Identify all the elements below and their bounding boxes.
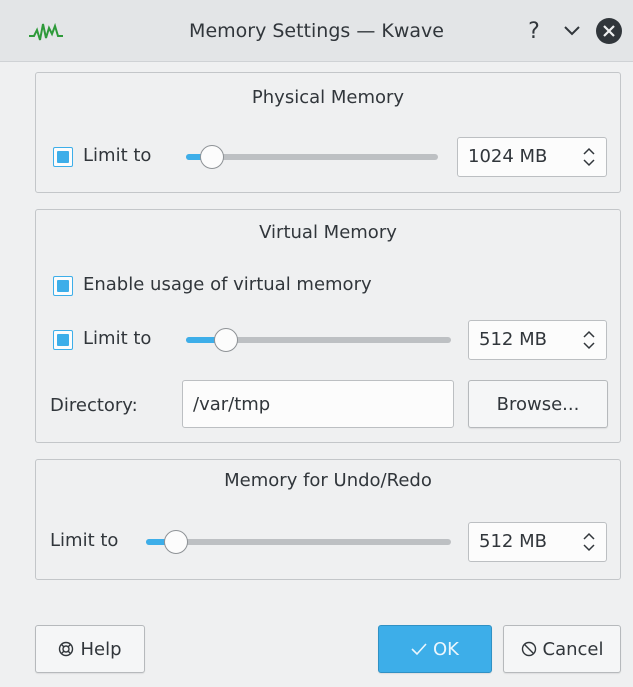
undo-limit-label: Limit to	[50, 530, 119, 551]
ok-button[interactable]: OK	[378, 625, 492, 673]
slider-handle[interactable]	[214, 328, 238, 352]
undo-limit-slider[interactable]	[146, 530, 451, 554]
spinbox-value: 512 MB	[479, 531, 547, 552]
undo-limit-spinbox[interactable]: 512 MB	[468, 522, 607, 562]
cancel-button-label: Cancel	[542, 638, 604, 660]
help-button-label: Help	[80, 638, 122, 660]
virtual-enable-checkbox[interactable]	[53, 276, 73, 296]
group-title: Memory for Undo/Redo	[224, 470, 432, 491]
window-title: Memory Settings — Kwave	[189, 20, 444, 42]
virtual-memory-group: Virtual Memory Enable usage of virtual m…	[35, 209, 621, 443]
cancel-button[interactable]: Cancel	[503, 625, 621, 673]
physical-limit-checkbox[interactable]	[53, 147, 73, 167]
spinbox-value: 1024 MB	[468, 146, 548, 167]
title-bar[interactable]: Memory Settings — Kwave ?	[0, 0, 633, 62]
group-title: Physical Memory	[251, 87, 405, 108]
browse-button[interactable]: Browse...	[468, 380, 608, 428]
virtual-limit-label: Limit to	[83, 328, 152, 349]
up-down-arrows-icon[interactable]	[582, 329, 596, 351]
kwave-waveform-icon	[29, 22, 63, 41]
virtual-enable-label: Enable usage of virtual memory	[83, 274, 372, 295]
physical-limit-slider[interactable]	[186, 145, 438, 169]
spinbox-value: 512 MB	[479, 329, 547, 350]
slider-handle[interactable]	[200, 145, 224, 169]
physical-memory-group: Physical Memory Limit to 1024 MB	[35, 72, 621, 193]
virtual-limit-slider[interactable]	[186, 328, 451, 352]
virtual-limit-checkbox[interactable]	[53, 330, 73, 350]
help-icon[interactable]: ?	[520, 17, 548, 45]
virtual-limit-spinbox[interactable]: 512 MB	[468, 320, 607, 360]
physical-limit-label: Limit to	[83, 145, 152, 166]
slider-handle[interactable]	[164, 530, 188, 554]
up-down-arrows-icon[interactable]	[582, 146, 596, 168]
directory-input-wrap	[182, 380, 454, 428]
group-title: Virtual Memory	[259, 222, 397, 243]
close-icon[interactable]	[596, 18, 622, 44]
help-button[interactable]: Help	[35, 625, 145, 673]
directory-input[interactable]	[183, 381, 453, 427]
memory-settings-dialog: Memory Settings — Kwave ? Physical Memor…	[0, 0, 633, 687]
physical-limit-spinbox[interactable]: 1024 MB	[457, 137, 607, 177]
checkmark-icon	[411, 643, 427, 656]
directory-label: Directory:	[50, 395, 138, 416]
lifebuoy-icon	[59, 641, 74, 657]
chevron-down-icon[interactable]	[558, 17, 586, 45]
browse-button-label: Browse...	[496, 393, 580, 415]
ok-button-label: OK	[433, 638, 459, 660]
undo-memory-group: Memory for Undo/Redo Limit to 512 MB	[35, 459, 621, 580]
cancel-icon	[521, 641, 536, 657]
up-down-arrows-icon[interactable]	[582, 531, 596, 553]
